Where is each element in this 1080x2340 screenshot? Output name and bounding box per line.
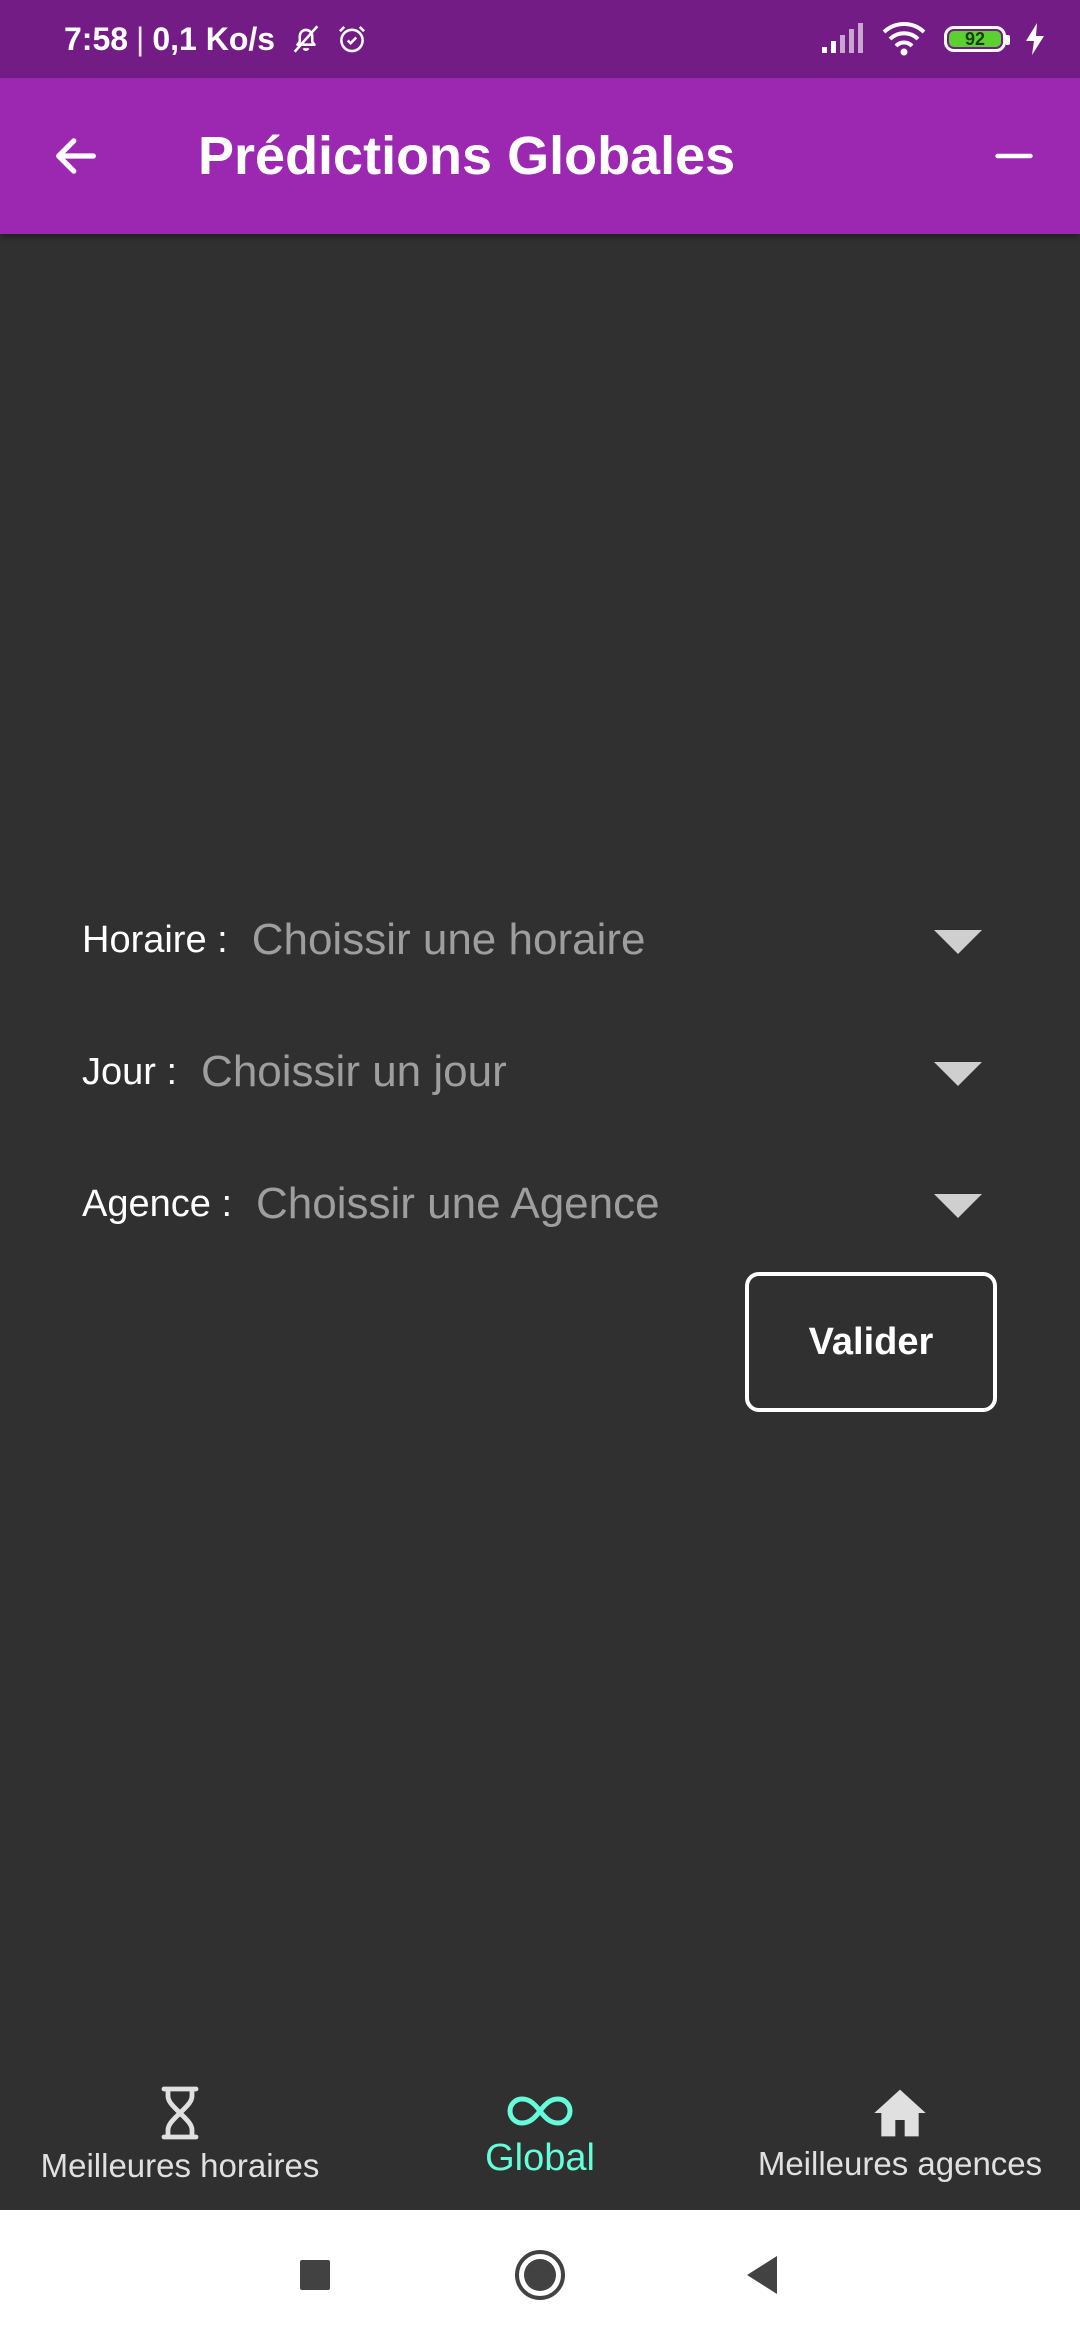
battery-icon: 92 (944, 26, 1010, 52)
signal-icon (820, 23, 864, 55)
triangle-back-icon (743, 2254, 781, 2296)
nav-label-meilleures-horaires: Meilleures horaires (40, 2147, 320, 2184)
infinity-icon (506, 2091, 574, 2131)
home-button[interactable] (490, 2210, 590, 2340)
status-bar: 7:58 | 0,1 Ko/s 92 (0, 0, 1080, 78)
agence-label: Agence : (82, 1182, 232, 1225)
horaire-value: Choissir une horaire (251, 915, 646, 964)
jour-value: Choissir un jour (201, 1047, 507, 1096)
nav-label-meilleures-agences: Meilleures agences (757, 2145, 1043, 2182)
app-bar: Prédictions Globales (0, 78, 1080, 234)
minimize-button[interactable] (978, 120, 1050, 192)
wifi-icon (882, 21, 926, 57)
battery-level: 92 (949, 29, 1001, 49)
screen: 7:58 | 0,1 Ko/s 92 Prédictions Globales … (0, 0, 1080, 2340)
status-separator: | (136, 20, 145, 57)
circle-icon (513, 2248, 567, 2302)
minus-icon (992, 134, 1036, 178)
dropdown-arrow-icon (934, 930, 982, 954)
horaire-label: Horaire : (82, 918, 228, 961)
bottom-nav: Meilleures horaires Global Meilleures ag… (0, 2060, 1080, 2210)
charging-icon (1024, 22, 1046, 56)
nav-label-global: Global (485, 2136, 595, 2179)
hourglass-icon (160, 2085, 200, 2141)
valider-button[interactable]: Valider (745, 1272, 997, 1412)
system-nav-bar (0, 2210, 1080, 2340)
agence-dropdown[interactable]: Agence : Choissir une Agence (82, 1164, 982, 1244)
nav-item-global[interactable]: Global (360, 2060, 720, 2210)
jour-label: Jour : (82, 1050, 178, 1093)
dropdown-arrow-icon (934, 1062, 982, 1086)
horaire-dropdown[interactable]: Horaire : Choissir une horaire (82, 900, 982, 980)
bell-off-icon (289, 22, 323, 56)
page-title: Prédictions Globales (198, 126, 736, 186)
nav-item-meilleures-horaires[interactable]: Meilleures horaires (0, 2060, 360, 2210)
nav-item-meilleures-agences[interactable]: Meilleures agences (720, 2060, 1080, 2210)
dropdown-arrow-icon (934, 1194, 982, 1218)
status-left: 7:58 | 0,1 Ko/s (64, 0, 369, 78)
back-nav-button[interactable] (712, 2210, 812, 2340)
jour-dropdown[interactable]: Jour : Choissir un jour (82, 1032, 982, 1112)
status-right: 92 (820, 0, 1046, 78)
back-button[interactable] (40, 120, 112, 192)
arrow-back-icon (50, 130, 102, 182)
status-net-speed: 0,1 Ko/s (152, 20, 276, 57)
recents-button[interactable] (265, 2210, 365, 2340)
status-time: 7:58 (64, 20, 129, 57)
alarm-icon (335, 22, 369, 56)
agence-value: Choissir une Agence (256, 1179, 660, 1228)
square-icon (298, 2258, 332, 2292)
home-icon (872, 2087, 928, 2139)
